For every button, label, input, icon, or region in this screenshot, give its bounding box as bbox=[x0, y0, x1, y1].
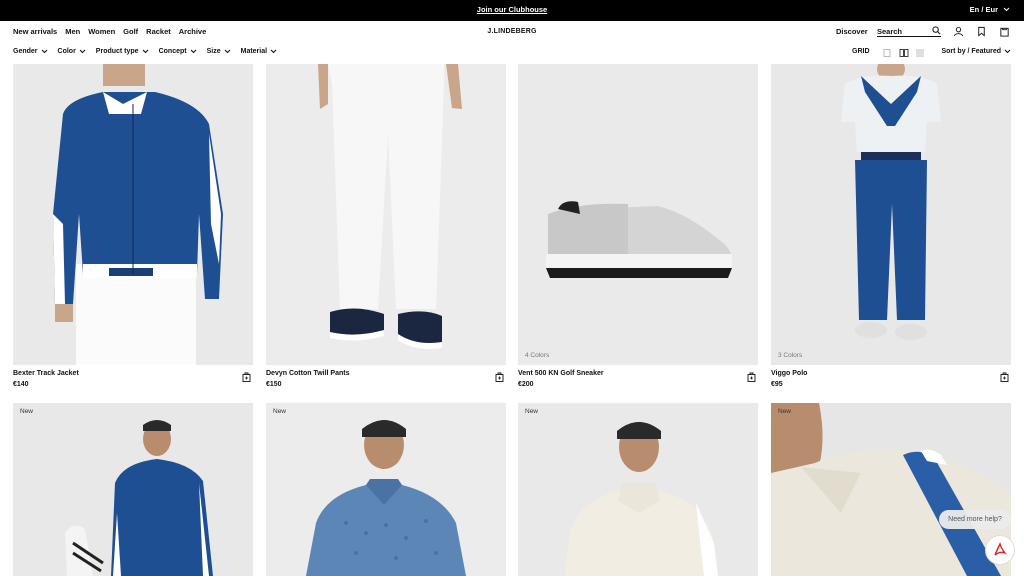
chevron-down-icon bbox=[270, 49, 277, 54]
filter-concept[interactable]: Concept bbox=[159, 48, 197, 55]
language-label: En / Eur bbox=[969, 5, 998, 14]
cart-icon[interactable] bbox=[999, 26, 1010, 37]
add-to-bag-icon[interactable] bbox=[747, 372, 756, 382]
new-badge: New bbox=[778, 408, 792, 415]
product-name[interactable]: Devyn Cotton Twill Pants bbox=[266, 370, 350, 377]
product-image[interactable] bbox=[266, 64, 506, 365]
product-image[interactable]: 3 Colors bbox=[771, 64, 1011, 365]
chevron-down-icon bbox=[1003, 7, 1010, 12]
product-name[interactable]: Viggo Polo bbox=[771, 370, 807, 377]
wishlist-icon[interactable] bbox=[976, 26, 987, 37]
filter-size[interactable]: Size bbox=[207, 48, 231, 55]
product-name[interactable]: Bexter Track Jacket bbox=[13, 370, 79, 377]
pdf-chat-button[interactable] bbox=[985, 535, 1015, 565]
grid-view-3-icon[interactable] bbox=[915, 48, 925, 58]
add-to-bag-icon[interactable] bbox=[1000, 372, 1009, 382]
filter-label: Color bbox=[57, 48, 76, 55]
new-badge: New bbox=[273, 408, 287, 415]
account-icon[interactable] bbox=[953, 26, 964, 37]
product-price: €140 bbox=[13, 381, 29, 388]
chevron-down-icon bbox=[1004, 49, 1011, 54]
chevron-down-icon bbox=[79, 49, 86, 54]
search-icon[interactable] bbox=[932, 26, 941, 35]
product-name[interactable]: Vent 500 KN Golf Sneaker bbox=[518, 370, 604, 377]
add-to-bag-icon[interactable] bbox=[495, 372, 504, 382]
filter-label: Gender bbox=[13, 48, 38, 55]
new-badge: New bbox=[525, 408, 539, 415]
product-price: €200 bbox=[518, 381, 534, 388]
help-button[interactable]: Need more help? bbox=[939, 510, 1011, 529]
product-price: €95 bbox=[771, 381, 783, 388]
filter-material[interactable]: Material bbox=[241, 48, 277, 55]
grid-view-2-icon[interactable] bbox=[899, 48, 909, 58]
product-price: €150 bbox=[266, 381, 282, 388]
product-image[interactable] bbox=[13, 64, 253, 365]
grid-label: GRID bbox=[852, 48, 870, 55]
product-image[interactable]: New bbox=[771, 403, 1011, 576]
pdf-icon bbox=[994, 542, 1008, 556]
product-image[interactable]: New bbox=[266, 403, 506, 576]
join-clubhouse-link[interactable]: Join our Clubhouse bbox=[0, 5, 1024, 14]
chevron-down-icon bbox=[142, 49, 148, 54]
add-to-bag-icon[interactable] bbox=[242, 372, 251, 382]
product-image[interactable]: New bbox=[13, 403, 253, 576]
filter-label: Concept bbox=[158, 48, 187, 55]
sort-label: Sort by / Featured bbox=[941, 48, 1001, 55]
filter-gender[interactable]: Gender bbox=[13, 48, 48, 55]
site-header: New arrivals Men Women Golf Racket Archi… bbox=[0, 21, 1024, 43]
filter-label: Material bbox=[240, 48, 268, 55]
product-image[interactable]: 4 Colors bbox=[518, 64, 758, 365]
sort-dropdown[interactable]: Sort by / Featured bbox=[941, 48, 1011, 55]
search-placeholder: Search bbox=[877, 27, 903, 36]
chevron-down-icon bbox=[190, 49, 196, 54]
grid-view-1-icon[interactable] bbox=[882, 48, 892, 58]
chevron-down-icon bbox=[224, 49, 230, 54]
language-selector[interactable]: En / Eur bbox=[970, 5, 1010, 14]
brand-logo[interactable]: J.LINDEBERG bbox=[0, 28, 1024, 35]
filter-color[interactable]: Color bbox=[58, 48, 86, 55]
search-input[interactable]: Search bbox=[877, 26, 941, 37]
product-image[interactable]: New bbox=[518, 403, 758, 576]
filter-label: Product type bbox=[95, 48, 139, 55]
new-badge: New bbox=[20, 408, 34, 415]
color-count: 3 Colors bbox=[778, 352, 803, 359]
discover-link[interactable]: Discover bbox=[836, 27, 868, 36]
filter-list: Gender Color Product type Concept Size M… bbox=[13, 48, 277, 55]
promo-bar: Join our Clubhouse En / Eur bbox=[0, 0, 1024, 21]
filter-product-type[interactable]: Product type bbox=[96, 48, 149, 55]
chevron-down-icon bbox=[41, 49, 47, 54]
color-count: 4 Colors bbox=[525, 352, 550, 359]
filter-bar: Gender Color Product type Concept Size M… bbox=[0, 43, 1024, 64]
filter-label: Size bbox=[206, 48, 221, 55]
